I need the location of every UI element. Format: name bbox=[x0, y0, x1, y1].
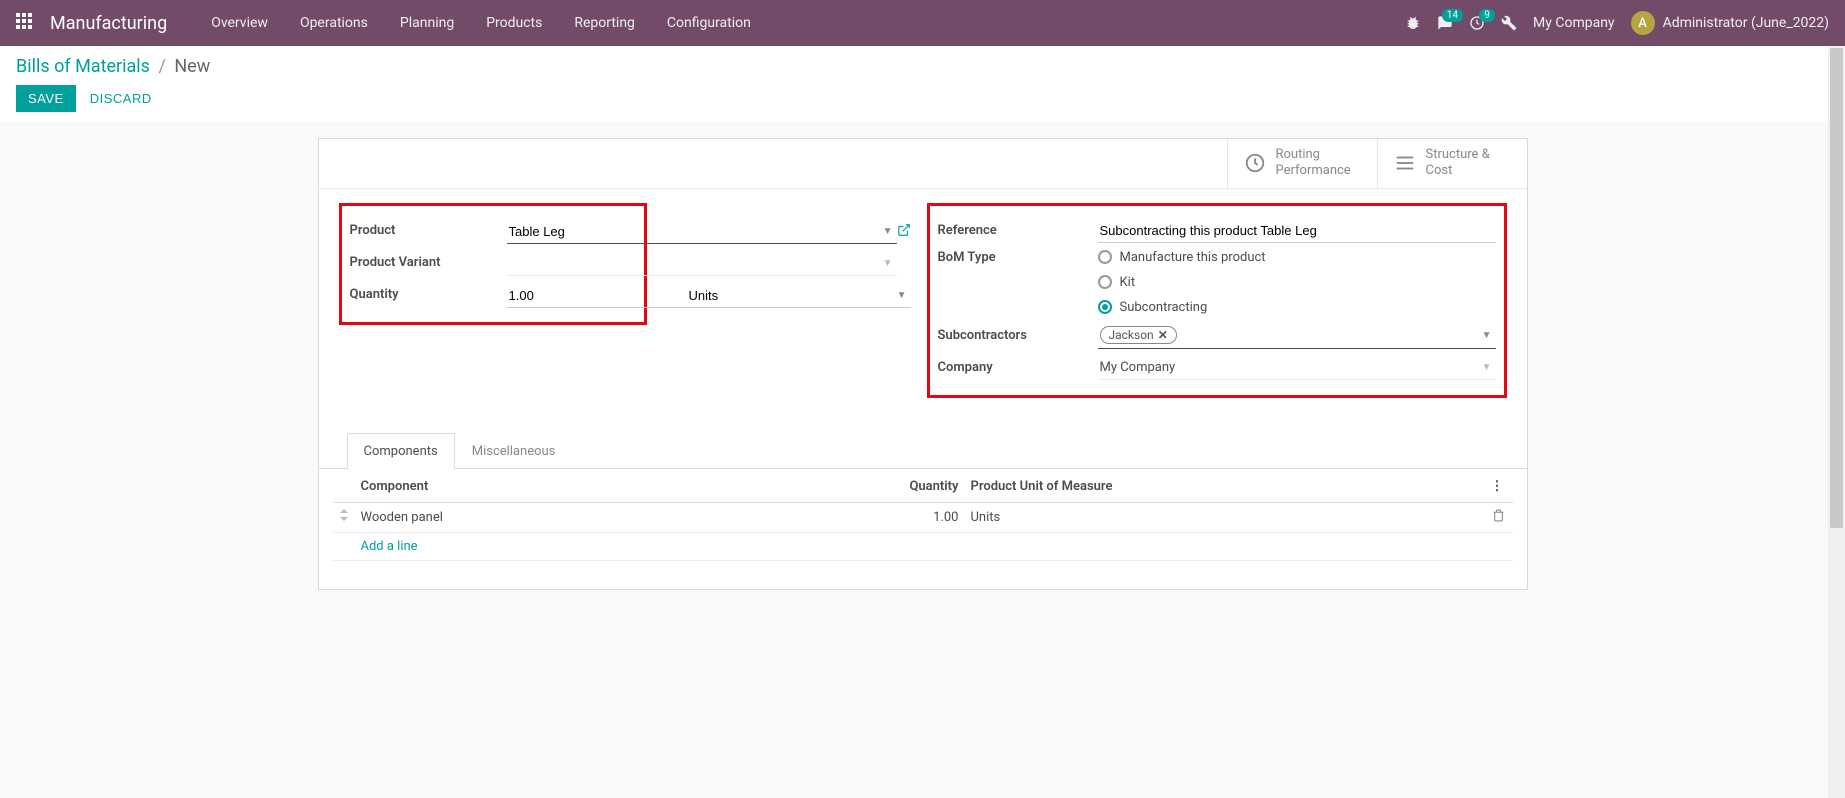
breadcrumb: Bills of Materials / New bbox=[16, 56, 1829, 85]
stat-line1: Structure & bbox=[1426, 147, 1490, 163]
tab-row: Components Miscellaneous bbox=[319, 432, 1527, 469]
control-panel: Bills of Materials / New SAVE DISCARD bbox=[0, 46, 1845, 122]
notebook: Components Miscellaneous Component Quant… bbox=[319, 432, 1527, 589]
form-body: Product Product Variant Quantity ▼ bbox=[319, 189, 1527, 432]
radio-subcontracting[interactable]: Subcontracting bbox=[1098, 300, 1266, 315]
stat-line2: Cost bbox=[1426, 163, 1490, 179]
scrollbar[interactable] bbox=[1828, 46, 1845, 798]
col-quantity[interactable]: Quantity bbox=[845, 471, 965, 503]
nav-overview[interactable]: Overview bbox=[195, 15, 284, 31]
app-name[interactable]: Manufacturing bbox=[50, 13, 167, 34]
breadcrumb-parent[interactable]: Bills of Materials bbox=[16, 56, 150, 77]
breadcrumb-separator: / bbox=[158, 56, 165, 77]
nav-operations[interactable]: Operations bbox=[284, 15, 384, 31]
form-sheet: Routing Performance Structure & Cost Pro… bbox=[318, 138, 1528, 590]
col-component[interactable]: Component bbox=[355, 471, 845, 503]
tab-components[interactable]: Components bbox=[347, 433, 455, 469]
delete-row-icon[interactable] bbox=[1485, 502, 1513, 532]
uom-field[interactable] bbox=[687, 284, 911, 308]
reference-field[interactable] bbox=[1098, 219, 1496, 243]
messages-badge: 14 bbox=[1442, 9, 1463, 22]
reference-label: Reference bbox=[938, 223, 1098, 238]
radio-icon bbox=[1098, 250, 1112, 264]
radio-label: Subcontracting bbox=[1120, 300, 1208, 315]
save-button[interactable]: SAVE bbox=[16, 85, 76, 112]
main-area: Routing Performance Structure & Cost Pro… bbox=[0, 122, 1845, 606]
activities-badge: 9 bbox=[1479, 9, 1495, 22]
avatar: A bbox=[1631, 11, 1655, 35]
radio-icon bbox=[1098, 275, 1112, 289]
debug-icon[interactable] bbox=[1405, 15, 1421, 31]
messages-icon[interactable]: 14 bbox=[1437, 15, 1453, 31]
nav-configuration[interactable]: Configuration bbox=[651, 15, 767, 31]
nav-right: 14 9 My Company A Administrator (June_20… bbox=[1405, 11, 1829, 35]
nav-products[interactable]: Products bbox=[470, 15, 558, 31]
stat-line2: Performance bbox=[1276, 163, 1351, 179]
col-menu[interactable]: ⋮ bbox=[1485, 471, 1513, 503]
quantity-label: Quantity bbox=[350, 287, 510, 302]
action-buttons: SAVE DISCARD bbox=[16, 85, 1829, 122]
cell-component[interactable]: Wooden panel bbox=[355, 502, 845, 532]
highlight-right: Reference BoM Type Manufacture this prod… bbox=[927, 203, 1507, 398]
drag-handle-icon[interactable] bbox=[333, 502, 355, 532]
list-icon bbox=[1394, 152, 1416, 174]
cell-quantity[interactable]: 1.00 bbox=[845, 502, 965, 532]
col-uom[interactable]: Product Unit of Measure bbox=[965, 471, 1485, 503]
caret-down-icon: ▼ bbox=[883, 258, 893, 269]
form-left-col: Product Product Variant Quantity ▼ bbox=[347, 213, 911, 408]
bomtype-radio-group: Manufacture this product Kit Subcontract… bbox=[1098, 248, 1266, 315]
quantity-field[interactable] bbox=[507, 284, 687, 308]
company-selector[interactable]: My Company bbox=[1533, 15, 1615, 31]
col-drag bbox=[333, 471, 355, 503]
nav-reporting[interactable]: Reporting bbox=[558, 15, 651, 31]
user-menu[interactable]: A Administrator (June_2022) bbox=[1631, 11, 1829, 35]
radio-kit[interactable]: Kit bbox=[1098, 275, 1266, 290]
scroll-thumb[interactable] bbox=[1830, 48, 1843, 528]
structure-cost-button[interactable]: Structure & Cost bbox=[1377, 139, 1527, 188]
bomtype-label: BoM Type bbox=[938, 248, 1098, 265]
table-row[interactable]: Wooden panel 1.00 Units bbox=[333, 502, 1513, 532]
radio-manufacture[interactable]: Manufacture this product bbox=[1098, 250, 1266, 265]
stat-text: Routing Performance bbox=[1276, 147, 1351, 180]
stat-text: Structure & Cost bbox=[1426, 147, 1490, 180]
company-label: Company bbox=[938, 360, 1098, 375]
routing-performance-button[interactable]: Routing Performance bbox=[1227, 139, 1377, 188]
apps-icon[interactable] bbox=[16, 13, 36, 33]
product-field[interactable] bbox=[507, 220, 897, 244]
discard-button[interactable]: DISCARD bbox=[90, 91, 152, 106]
button-box: Routing Performance Structure & Cost bbox=[319, 139, 1527, 189]
radio-icon bbox=[1098, 300, 1112, 314]
tag-remove-icon[interactable]: ✕ bbox=[1158, 328, 1168, 342]
variant-field[interactable] bbox=[507, 252, 897, 276]
username: Administrator (June_2022) bbox=[1663, 15, 1829, 31]
form-right-col: Reference BoM Type Manufacture this prod… bbox=[935, 213, 1499, 408]
external-link-icon[interactable] bbox=[897, 223, 911, 241]
product-label: Product bbox=[350, 223, 510, 238]
caret-down-icon: ▼ bbox=[1482, 330, 1492, 341]
clock-icon bbox=[1244, 152, 1266, 174]
caret-down-icon: ▼ bbox=[1482, 362, 1492, 373]
cell-uom[interactable]: Units bbox=[965, 502, 1485, 532]
radio-label: Manufacture this product bbox=[1120, 250, 1266, 265]
tab-miscellaneous[interactable]: Miscellaneous bbox=[455, 433, 573, 469]
variant-label: Product Variant bbox=[350, 255, 510, 270]
radio-label: Kit bbox=[1120, 275, 1136, 290]
subcontractors-field[interactable]: Jackson ✕ ▼ bbox=[1098, 323, 1496, 349]
components-table: Component Quantity Product Unit of Measu… bbox=[333, 471, 1513, 561]
subcontractor-tag[interactable]: Jackson ✕ bbox=[1100, 326, 1177, 344]
company-field[interactable]: My Company bbox=[1098, 356, 1496, 380]
tools-icon[interactable] bbox=[1501, 15, 1517, 31]
activities-icon[interactable]: 9 bbox=[1469, 15, 1485, 31]
top-nav: Manufacturing Overview Operations Planni… bbox=[0, 0, 1845, 46]
nav-planning[interactable]: Planning bbox=[384, 15, 470, 31]
add-line-link[interactable]: Add a line bbox=[361, 539, 418, 554]
stat-line1: Routing bbox=[1276, 147, 1351, 163]
breadcrumb-current: New bbox=[174, 56, 210, 77]
subcontractors-label: Subcontractors bbox=[938, 328, 1098, 343]
add-line-row: Add a line bbox=[333, 532, 1513, 560]
nav-menu: Overview Operations Planning Products Re… bbox=[195, 15, 767, 31]
tag-text: Jackson bbox=[1109, 328, 1154, 342]
